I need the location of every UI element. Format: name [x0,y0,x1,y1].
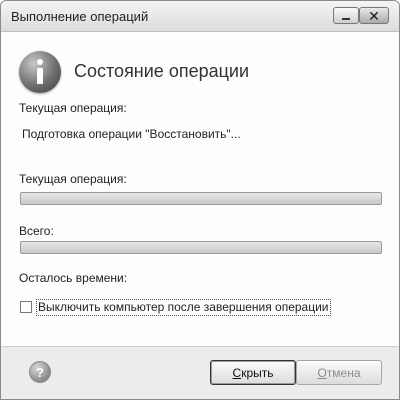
shutdown-checkbox[interactable] [20,301,32,313]
total-progress-bar [20,241,382,254]
close-button[interactable]: ✕ [359,7,389,24]
shutdown-checkbox-label[interactable]: Выключить компьютер после завершения опе… [36,298,331,316]
current-progress-label: Текущая операция: [19,172,127,186]
total-progress-label: Всего: [19,224,54,238]
cancel-button[interactable]: Отмена [296,360,382,385]
operations-window: Выполнение операций ✕ Состояние операции… [0,0,400,400]
window-title: Выполнение операций [11,9,149,24]
minimize-button[interactable] [333,7,359,24]
current-progress-bar [20,192,382,205]
help-glyph: ? [36,364,44,380]
close-icon: ✕ [368,7,380,24]
page-title: Состояние операции [74,61,250,81]
minimize-icon [342,17,350,20]
title-bar[interactable]: Выполнение операций ✕ [1,1,399,32]
shutdown-option[interactable]: Выключить компьютер после завершения опе… [20,298,331,316]
dialog-footer: ? Скрыть Отмена [1,346,399,399]
current-operation-value: Подготовка операции "Восстановить"... [22,127,241,141]
time-remaining-label: Осталось времени: [19,271,128,285]
hide-button[interactable]: Скрыть [210,360,296,385]
info-icon [19,51,61,93]
help-icon[interactable]: ? [29,361,51,383]
current-operation-label: Текущая операция: [19,101,127,115]
